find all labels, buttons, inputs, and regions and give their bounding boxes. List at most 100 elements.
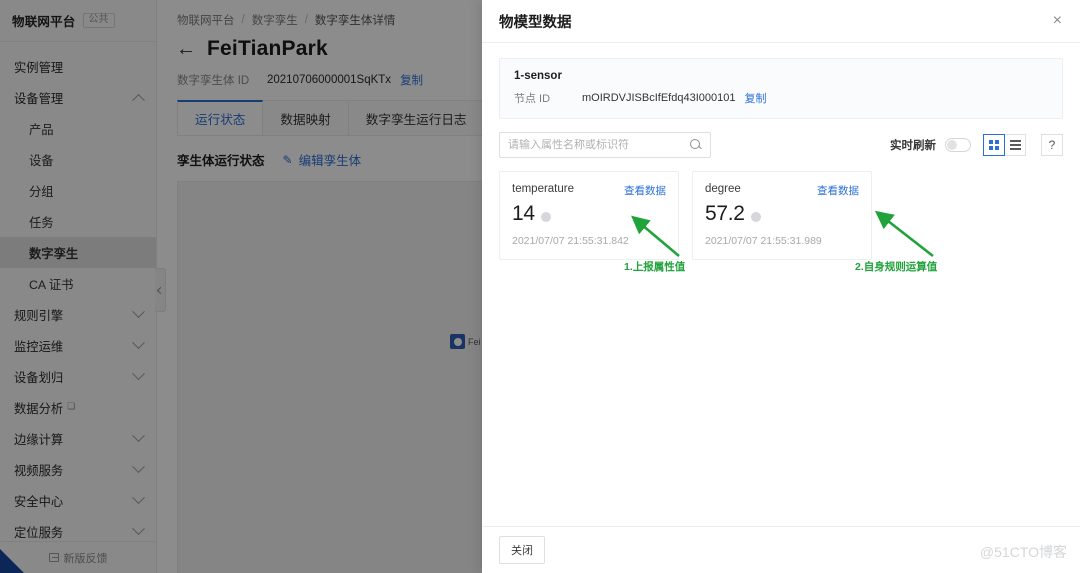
sidebar-item-label: 任务 (29, 213, 54, 231)
sidebar-header: 物联网平台 公共 (0, 0, 156, 42)
sidebar-item-label: 数字孪生 (29, 244, 78, 262)
property-value: 14 (512, 202, 535, 226)
back-arrow-icon[interactable]: ← (176, 39, 196, 59)
breadcrumb-item-current: 数字孪生体详情 (315, 12, 396, 28)
breadcrumb-item-digital-twin[interactable]: 数字孪生 (252, 12, 298, 28)
property-card[interactable]: temperature 查看数据 14 2021/07/07 21:55:31.… (499, 171, 679, 260)
sidebar-item-label: 设备 (29, 151, 54, 169)
sidebar-item-label: 安全中心 (14, 492, 63, 510)
edit-twin-label: 编辑孪生体 (299, 150, 362, 169)
grid-view-button[interactable] (983, 134, 1005, 156)
search-input[interactable] (508, 139, 690, 151)
node-icon (450, 334, 465, 349)
sidebar-item-label: 分组 (29, 182, 54, 200)
sidebar-item-label: 设备划归 (14, 368, 63, 386)
node-name: 1-sensor (514, 70, 1048, 82)
sidebar-feedback-label: 新版反馈 (64, 550, 108, 566)
sidebar-item-label: 设备管理 (14, 89, 63, 107)
sidebar-item-groups[interactable]: 分组 (0, 175, 156, 206)
search-box[interactable] (499, 132, 711, 158)
chevron-left-icon (156, 286, 163, 293)
drawer-title: 物模型数据 (499, 11, 572, 32)
tab-running-status[interactable]: 运行状态 (177, 100, 263, 135)
info-icon[interactable] (751, 212, 761, 222)
sidebar-item-instance-management[interactable]: 实例管理 (0, 51, 156, 82)
property-card[interactable]: degree 查看数据 57.2 2021/07/07 21:55:31.989 (692, 171, 872, 260)
close-icon[interactable]: × (1053, 13, 1062, 29)
sidebar-item-rule-engine[interactable]: 规则引擎 (0, 299, 156, 330)
twin-id-value: 20210706000001SqKTx (267, 74, 391, 86)
feedback-icon (49, 553, 59, 562)
property-card-list: temperature 查看数据 14 2021/07/07 21:55:31.… (499, 171, 1063, 260)
close-button[interactable]: 关闭 (499, 536, 545, 564)
sidebar-item-data-analysis[interactable]: 数据分析 ❏ (0, 392, 156, 423)
sidebar-item-security-center[interactable]: 安全中心 (0, 485, 156, 516)
sidebar-item-label: CA 证书 (29, 275, 73, 293)
property-value: 57.2 (705, 202, 745, 226)
sidebar-item-devices[interactable]: 设备 (0, 144, 156, 175)
sidebar-item-label: 产品 (29, 120, 54, 138)
property-name: degree (705, 183, 741, 195)
corner-decoration (0, 549, 24, 573)
drawer-toolbar: 实时刷新 ? (499, 132, 1063, 158)
pencil-icon: ✎ (283, 153, 293, 167)
breadcrumb-separator: / (242, 14, 245, 26)
sidebar: 物联网平台 公共 实例管理 设备管理 产品 设备 分组 (0, 0, 157, 573)
realtime-refresh-toggle[interactable] (945, 138, 971, 152)
property-name: temperature (512, 183, 574, 195)
twin-id-label: 数字孪生体 ID (177, 72, 267, 88)
drawer-body: 1-sensor 节点 ID mOIRDVJISBcIfEfdq43I00010… (482, 43, 1080, 526)
property-card-header: temperature 查看数据 (512, 183, 666, 198)
sidebar-item-label: 边缘计算 (14, 430, 63, 448)
sidebar-item-label: 监控运维 (14, 337, 63, 355)
chevron-down-icon (132, 367, 145, 380)
tab-data-mapping[interactable]: 数据映射 (262, 100, 348, 135)
sidebar-item-monitoring-ops[interactable]: 监控运维 (0, 330, 156, 361)
search-icon[interactable] (690, 139, 702, 151)
external-link-icon: ❏ (67, 401, 75, 412)
breadcrumb-item-platform[interactable]: 物联网平台 (177, 12, 235, 28)
canvas-node[interactable]: Fei (450, 334, 481, 349)
sidebar-item-edge-computing[interactable]: 边缘计算 (0, 423, 156, 454)
sidebar-item-products[interactable]: 产品 (0, 113, 156, 144)
sidebar-item-label: 视频服务 (14, 461, 63, 479)
sidebar-item-tasks[interactable]: 任务 (0, 206, 156, 237)
list-icon (1010, 140, 1021, 150)
copy-node-id-button[interactable]: 复制 (744, 90, 766, 106)
property-timestamp: 2021/07/07 21:55:31.842 (512, 235, 666, 247)
section-title: 孪生体运行状态 (177, 150, 265, 169)
sidebar-item-device-management[interactable]: 设备管理 (0, 82, 156, 113)
sidebar-item-device-assignment[interactable]: 设备划归 (0, 361, 156, 392)
sidebar-item-video-service[interactable]: 视频服务 (0, 454, 156, 485)
thing-model-data-drawer: 物模型数据 × 1-sensor 节点 ID mOIRDVJISBcIfEfdq… (482, 0, 1080, 573)
node-id-label: 节点 ID (514, 90, 582, 106)
node-id-row: 节点 ID mOIRDVJISBcIfEfdq43I000101 复制 (514, 90, 1048, 106)
chevron-down-icon (132, 429, 145, 442)
sidebar-item-label: 数据分析 (14, 399, 63, 417)
sidebar-item-location-service[interactable]: 定位服务 (0, 516, 156, 541)
node-id-value: mOIRDVJISBcIfEfdq43I000101 (582, 92, 735, 104)
property-value-row: 14 (512, 202, 666, 226)
copy-twin-id-button[interactable]: 复制 (400, 72, 423, 88)
realtime-refresh-label: 实时刷新 (890, 137, 936, 153)
sidebar-collapse-handle[interactable] (155, 268, 166, 312)
list-view-button[interactable] (1004, 134, 1026, 156)
sidebar-item-label-wrap: 数据分析 ❏ (14, 399, 75, 417)
help-button[interactable]: ? (1041, 134, 1063, 156)
page-title: FeiTianPark (207, 37, 328, 61)
sidebar-item-ca-certificate[interactable]: CA 证书 (0, 268, 156, 299)
sidebar-item-label: 定位服务 (14, 523, 63, 541)
view-data-link[interactable]: 查看数据 (624, 183, 666, 198)
view-data-link[interactable]: 查看数据 (817, 183, 859, 198)
info-icon[interactable] (541, 212, 551, 222)
chevron-down-icon (132, 522, 145, 535)
node-info-card: 1-sensor 节点 ID mOIRDVJISBcIfEfdq43I00010… (499, 58, 1063, 119)
screen-root: 物联网平台 公共 实例管理 设备管理 产品 设备 分组 (0, 0, 1080, 573)
grid-icon (989, 140, 999, 150)
tab-run-log[interactable]: 数字孪生运行日志 (348, 100, 485, 135)
sidebar-item-digital-twin[interactable]: 数字孪生 (0, 237, 156, 268)
sidebar-item-label: 规则引擎 (14, 306, 63, 324)
product-logo-text: 物联网平台 (12, 11, 76, 30)
chevron-down-icon (132, 336, 145, 349)
edit-twin-button[interactable]: ✎ 编辑孪生体 (283, 150, 362, 169)
